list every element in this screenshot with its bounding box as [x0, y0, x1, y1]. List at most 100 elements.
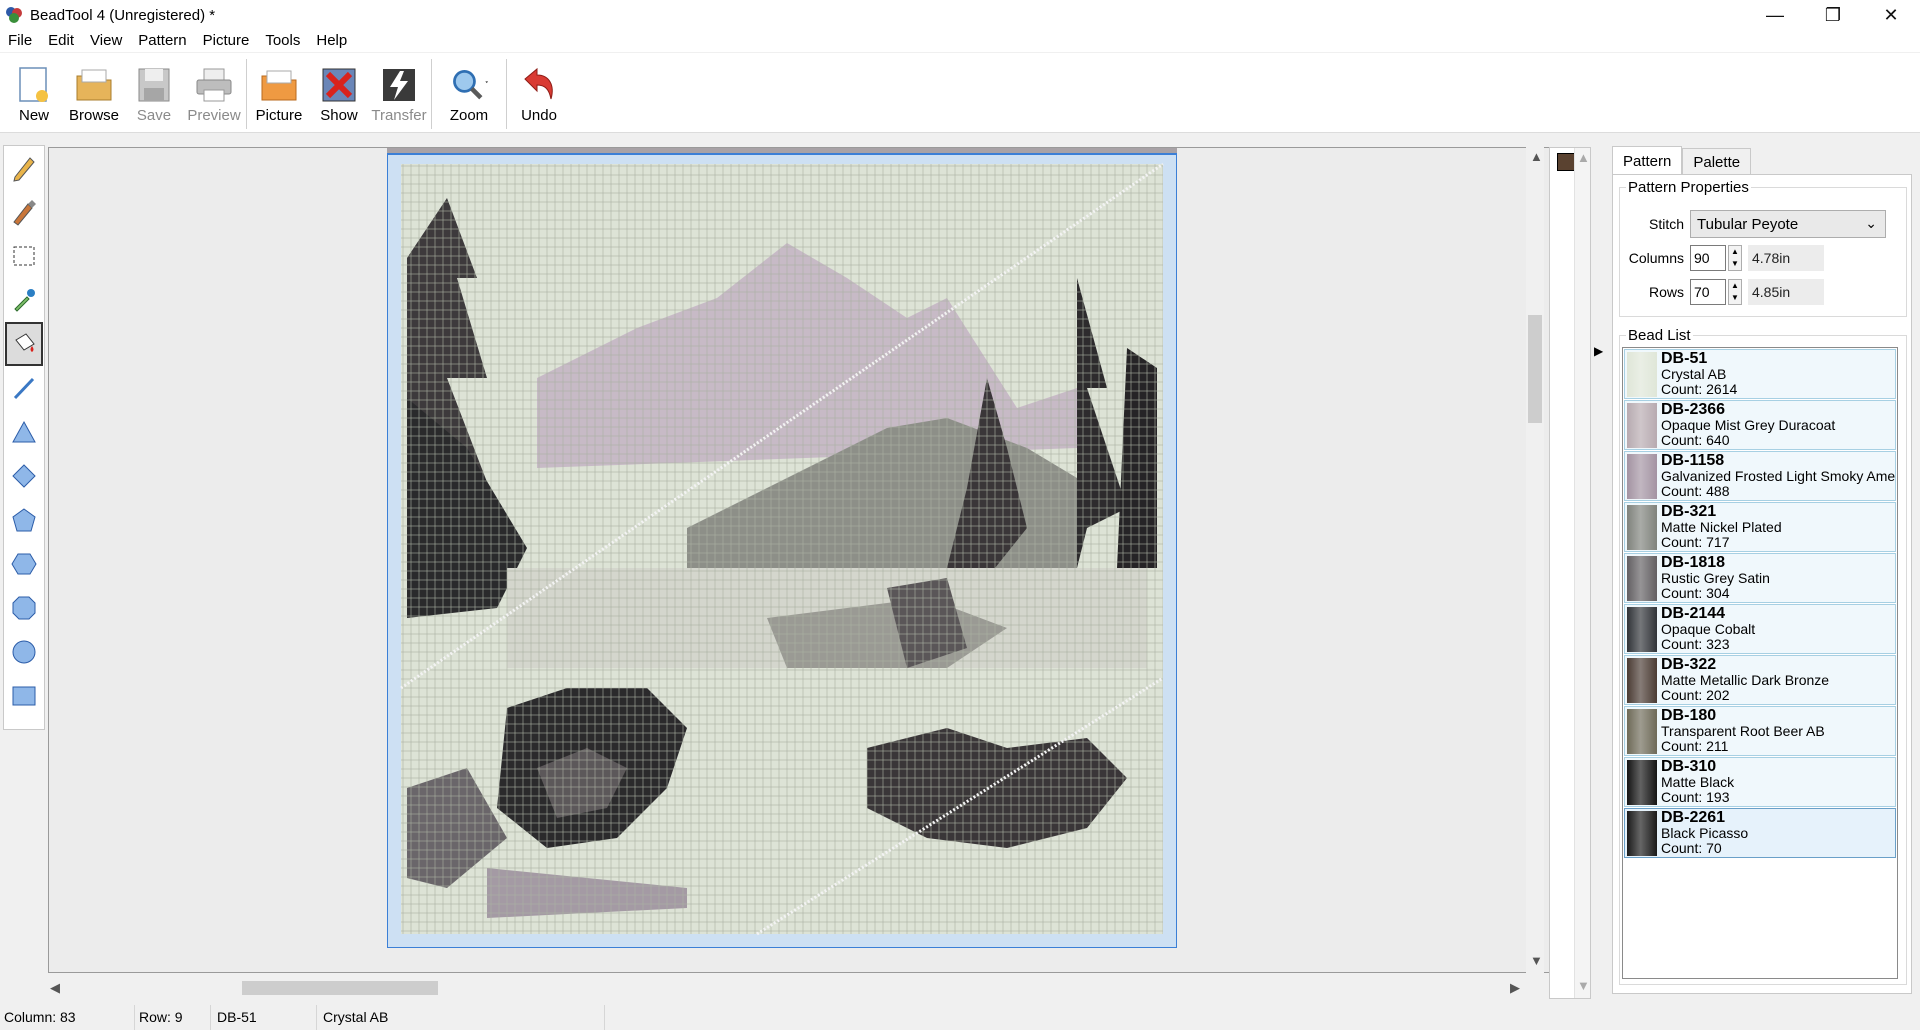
show-button[interactable]: Show — [309, 53, 369, 133]
tab-palette[interactable]: Palette — [1682, 148, 1752, 176]
toolbar-separator — [506, 59, 507, 129]
title-bar: BeadTool 4 (Unregistered) * — ❐ ✕ — [0, 0, 1920, 30]
triangle-icon — [12, 420, 36, 443]
circle-tool[interactable] — [4, 630, 44, 674]
rectangle-tool[interactable] — [4, 674, 44, 718]
bead-color-swatch — [1627, 556, 1657, 601]
current-color-swatch[interactable] — [1557, 153, 1575, 171]
bead-name: Matte Nickel Plated — [1661, 519, 1782, 535]
stitch-dropdown[interactable]: Tubular Peyote ⌄ — [1690, 210, 1886, 238]
undo-button[interactable]: Undo — [509, 53, 569, 133]
eyedropper-tool[interactable] — [4, 278, 44, 322]
bead-color-swatch — [1627, 505, 1657, 550]
menu-view[interactable]: View — [82, 30, 130, 52]
browse-button[interactable]: Browse — [64, 53, 124, 133]
bead-list-item[interactable]: DB-2261 Black Picasso Count: 70 — [1624, 808, 1896, 858]
save-button[interactable]: Save — [124, 53, 184, 133]
rows-spinner[interactable]: ▲ ▼ — [1728, 279, 1742, 305]
toolbar-separator — [431, 59, 432, 129]
brush-tool[interactable] — [4, 190, 44, 234]
columns-spinner[interactable]: ▲ ▼ — [1728, 245, 1742, 271]
hexagon-icon — [11, 553, 37, 575]
bead-name: Rustic Grey Satin — [1661, 570, 1770, 586]
bead-list-item[interactable]: DB-1818 Rustic Grey Satin Count: 304 — [1624, 553, 1896, 603]
menu-file[interactable]: File — [0, 30, 40, 52]
transfer-icon — [383, 69, 415, 101]
menu-help[interactable]: Help — [308, 30, 355, 52]
transfer-button[interactable]: Transfer — [369, 53, 429, 133]
new-button[interactable]: New — [4, 53, 64, 133]
bead-name: Opaque Mist Grey Duracoat — [1661, 417, 1836, 433]
close-button[interactable]: ✕ — [1862, 0, 1920, 30]
octagon-icon — [12, 596, 36, 620]
menu-pattern[interactable]: Pattern — [130, 30, 194, 52]
pencil-tool[interactable] — [4, 146, 44, 190]
bead-name: Transparent Root Beer AB — [1661, 723, 1825, 739]
magnifier-icon — [453, 70, 489, 100]
spin-up-icon[interactable]: ▲ — [1731, 280, 1739, 292]
scroll-down-arrow-icon[interactable]: ▼ — [1530, 953, 1543, 968]
bead-list-item[interactable]: DB-2366 Opaque Mist Grey Duracoat Count: 6… — [1624, 400, 1896, 450]
bead-list-item[interactable]: DB-1158 Galvanized Frosted Light Smoky Am… — [1624, 451, 1896, 501]
scroll-up-arrow-icon[interactable]: ▲ — [1530, 149, 1543, 164]
rows-input[interactable]: 70 — [1690, 279, 1726, 305]
bead-name: Opaque Cobalt — [1661, 621, 1756, 637]
bead-color-swatch — [1627, 403, 1657, 448]
bead-list[interactable]: DB-51 Crystal AB Count: 2614 DB-2366 Opaque … — [1622, 347, 1898, 979]
bead-list-item[interactable]: DB-310 Matte Black Count: 193 — [1624, 757, 1896, 807]
picture-button[interactable]: Picture — [249, 53, 309, 133]
scroll-left-arrow-icon[interactable]: ◀ — [50, 980, 60, 996]
bead-code: DB-322 — [1661, 656, 1717, 673]
bead-code: DB-310 — [1661, 758, 1717, 775]
vertical-scroll-thumb[interactable] — [1528, 315, 1542, 423]
bead-list-item[interactable]: DB-322 Matte Metallic Dark Bronze Count: 2… — [1624, 655, 1896, 705]
bead-pattern-canvas[interactable] — [387, 148, 1177, 948]
octagon-tool[interactable] — [4, 586, 44, 630]
bead-list-item[interactable]: DB-51 Crystal AB Count: 2614 — [1624, 349, 1896, 399]
color-strip: ▲ ▼ — [1549, 147, 1591, 999]
panel-expand-arrow-icon[interactable]: ▶ — [1594, 344, 1603, 358]
scroll-up-arrow-icon[interactable]: ▲ — [1577, 150, 1590, 165]
pattern-canvas-area[interactable] — [48, 147, 1554, 973]
minimize-button[interactable]: — — [1746, 0, 1804, 30]
scroll-down-arrow-icon[interactable]: ▼ — [1577, 978, 1590, 993]
select-tool[interactable] — [4, 234, 44, 278]
fill-tool[interactable] — [5, 322, 43, 366]
paint-bucket-icon — [15, 333, 35, 352]
stitch-value: Tubular Peyote — [1697, 215, 1799, 233]
pentagon-tool[interactable] — [4, 498, 44, 542]
menu-tools[interactable]: Tools — [257, 30, 308, 52]
bead-list-item[interactable]: DB-180 Transparent Root Beer AB Count: 211 — [1624, 706, 1896, 756]
vertical-scrollbar[interactable]: ▲ ▼ — [1526, 147, 1544, 973]
horizontal-scroll-thumb[interactable] — [242, 981, 438, 995]
window-title: BeadTool 4 (Unregistered) * — [30, 6, 216, 24]
tab-pattern[interactable]: Pattern — [1612, 146, 1683, 176]
scroll-right-arrow-icon[interactable]: ▶ — [1510, 980, 1520, 996]
bead-name: Matte Black — [1661, 774, 1735, 790]
color-strip-scrollbar[interactable]: ▲ ▼ — [1574, 148, 1590, 998]
bead-color-swatch — [1627, 811, 1657, 856]
diamond-tool[interactable] — [4, 454, 44, 498]
rows-size: 4.85in — [1748, 279, 1824, 305]
menu-bar: File Edit View Pattern Picture Tools Hel… — [0, 30, 1920, 52]
hexagon-tool[interactable] — [4, 542, 44, 586]
pattern-properties-group: Pattern Properties Stitch Tubular Peyote… — [1619, 179, 1907, 317]
bead-code: DB-321 — [1661, 503, 1717, 520]
restore-button[interactable]: ❐ — [1804, 0, 1862, 30]
spin-down-icon[interactable]: ▼ — [1731, 292, 1739, 304]
menu-picture[interactable]: Picture — [195, 30, 258, 52]
menu-edit[interactable]: Edit — [40, 30, 82, 52]
bead-list-item[interactable]: DB-321 Matte Nickel Plated Count: 717 — [1624, 502, 1896, 552]
horizontal-scrollbar[interactable]: ◀ ▶ — [48, 978, 1528, 998]
triangle-tool[interactable] — [4, 410, 44, 454]
zoom-button[interactable]: Zoom — [434, 53, 504, 133]
preview-button[interactable]: Preview — [184, 53, 244, 133]
show-picture-icon — [322, 68, 356, 102]
spin-down-icon[interactable]: ▼ — [1731, 258, 1739, 270]
line-tool[interactable] — [4, 366, 44, 410]
spin-up-icon[interactable]: ▲ — [1731, 246, 1739, 258]
stitch-label: Stitch — [1648, 216, 1684, 232]
bead-count: Count: 640 — [1661, 432, 1730, 448]
columns-input[interactable]: 90 — [1690, 245, 1726, 271]
bead-list-item[interactable]: DB-2144 Opaque Cobalt Count: 323 — [1624, 604, 1896, 654]
